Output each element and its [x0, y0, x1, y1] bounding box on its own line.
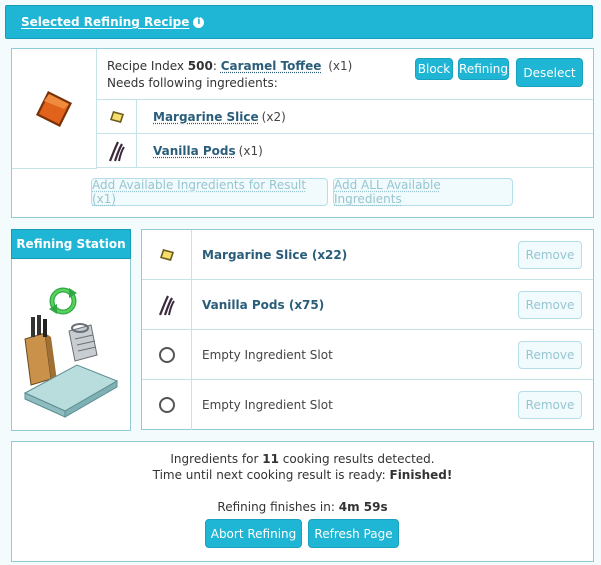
block-button[interactable]: Block [415, 58, 453, 80]
add-available-ingredients-button[interactable]: Add Available Ingredients for Result (x1… [91, 178, 328, 206]
refining-station-icon [23, 287, 119, 418]
refining-status-panel: Ingredients for 11 cooking results detec… [11, 441, 594, 562]
slot-label: Empty Ingredient Slot [202, 398, 333, 412]
vanilla-icon [158, 295, 175, 315]
empty-slot-icon [158, 346, 175, 363]
recipe-index: 500 [187, 59, 213, 73]
recipe-image-cell [12, 49, 97, 169]
slot-icon-cell [142, 330, 192, 379]
station-slot: Margarine Slice (x22) Remove [142, 230, 593, 280]
deselect-button[interactable]: Deselect [516, 58, 583, 87]
selected-recipe-header: Selected Refining Recipe i [5, 5, 593, 39]
station-slot: Empty Ingredient Slot Remove [142, 330, 593, 380]
ingredient-icon-cell [97, 134, 137, 168]
next-result-value: Finished! [389, 468, 453, 482]
station-header: Refining Station [11, 229, 131, 259]
station-slots-panel: Margarine Slice (x22) Remove Vanilla Pod… [141, 229, 594, 430]
slot-icon-cell [142, 280, 192, 329]
ingredient-name-link[interactable]: Margarine Slice [153, 110, 259, 124]
add-all-ingredients-button[interactable]: Add ALL Available Ingredients [333, 178, 513, 206]
ingredient-qty: (x1) [238, 143, 263, 158]
slot-label: Empty Ingredient Slot [202, 347, 333, 362]
finish-line: Refining finishes in: 4m 59s [217, 500, 388, 514]
ingredient-row: Margarine Slice (x2) [137, 100, 593, 134]
remove-button[interactable]: Remove [518, 341, 582, 369]
remove-button[interactable]: Remove [518, 241, 582, 269]
recipe-index-label: Recipe Index [107, 59, 184, 73]
margarine-icon [109, 110, 124, 123]
recipe-panel: Recipe Index 500: Caramel Toffee (x1) Ne… [11, 48, 594, 218]
recipe-needs: Needs following ingredients: [107, 76, 278, 90]
recipe-title-line: Recipe Index 500: Caramel Toffee (x1) [107, 59, 353, 73]
slot-icon-cell [142, 380, 192, 430]
header-title: Selected Refining Recipe [21, 15, 190, 29]
detected-line: Ingredients for 11 cooking results detec… [170, 452, 435, 466]
ingredient-name-link[interactable]: Vanilla Pods [153, 144, 236, 158]
finish-time: 4m 59s [338, 500, 388, 514]
remove-button[interactable]: Remove [518, 391, 582, 419]
ingredient-icon-cell [97, 100, 137, 134]
ingredient-row: Vanilla Pods (x1) [137, 134, 593, 168]
vanilla-icon [108, 141, 125, 161]
caramel-toffee-icon [36, 91, 72, 127]
empty-slot-icon [158, 397, 175, 413]
recipe-name-link[interactable]: Caramel Toffee [221, 59, 322, 73]
detected-count: 11 [262, 452, 279, 466]
remove-button[interactable]: Remove [518, 291, 582, 319]
station-slot: Vanilla Pods (x75) Remove [142, 280, 593, 330]
station-image-box [11, 259, 131, 431]
slot-label: Margarine Slice (x22) [202, 247, 348, 262]
abort-refining-button[interactable]: Abort Refining [205, 519, 302, 548]
recipe-qty: (x1) [328, 59, 353, 73]
margarine-icon [159, 248, 174, 261]
slot-label: Vanilla Pods (x75) [202, 297, 325, 312]
ingredient-qty: (x2) [261, 109, 286, 124]
slot-icon-cell [142, 230, 192, 279]
station-slot: Empty Ingredient Slot Remove [142, 380, 593, 430]
refining-button[interactable]: Refining [458, 58, 509, 80]
next-result-line: Time until next cooking result is ready:… [152, 468, 453, 482]
refresh-page-button[interactable]: Refresh Page [308, 519, 399, 548]
info-icon[interactable]: i [193, 16, 205, 28]
recipe-info-cell: Recipe Index 500: Caramel Toffee (x1) Ne… [97, 49, 593, 100]
